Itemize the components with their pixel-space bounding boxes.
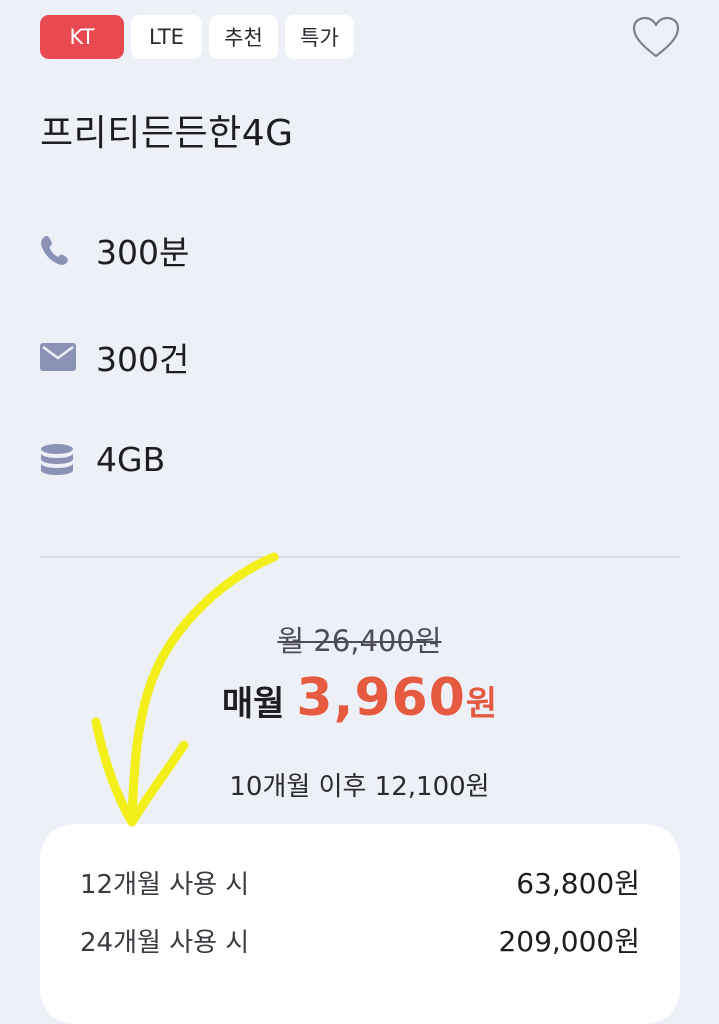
database-icon [40, 441, 78, 479]
summary-row-24-months: 24개월 사용 시 209,000원 [80, 920, 640, 960]
carrier-tag: KT [40, 15, 124, 59]
plan-title: 프리티든든한4G [40, 113, 294, 154]
mail-icon [40, 338, 78, 376]
spec-voice: 300분 [40, 226, 189, 274]
summary-row-12-months: 12개월 사용 시 63,800원 [80, 862, 640, 902]
original-price: 월 26,400원 [277, 624, 442, 658]
data-value: 4GB [96, 440, 166, 479]
summary-row-label: 12개월 사용 시 [80, 869, 250, 900]
network-tag: LTE [131, 15, 202, 59]
spec-sms: 300건 [40, 333, 189, 381]
monthly-price-amount: 3,960 [296, 668, 466, 728]
spec-data: 4GB [40, 440, 165, 479]
heart-icon [632, 16, 680, 58]
special-offer-tag: 특가 [285, 15, 354, 59]
recommended-tag: 추천 [209, 15, 278, 59]
divider [40, 556, 680, 558]
cost-summary-card: 12개월 사용 시 63,800원 24개월 사용 시 209,000원 [40, 824, 680, 1024]
voice-value: 300분 [96, 233, 190, 272]
monthly-price-unit: 원 [465, 684, 498, 724]
summary-row-label: 24개월 사용 시 [80, 927, 250, 958]
monthly-price-label: 매월 [221, 684, 285, 724]
monthly-price: 매월 3,960 원 [0, 668, 719, 728]
phone-icon [40, 231, 78, 269]
price-after-promo: 10개월 이후 12,100원 [229, 772, 490, 802]
sms-value: 300건 [96, 340, 190, 379]
plan-tags: KT LTE 추천 특가 [40, 15, 354, 59]
favorite-button[interactable] [632, 16, 680, 60]
summary-row-value: 209,000원 [498, 925, 640, 958]
summary-row-value: 63,800원 [516, 867, 640, 900]
